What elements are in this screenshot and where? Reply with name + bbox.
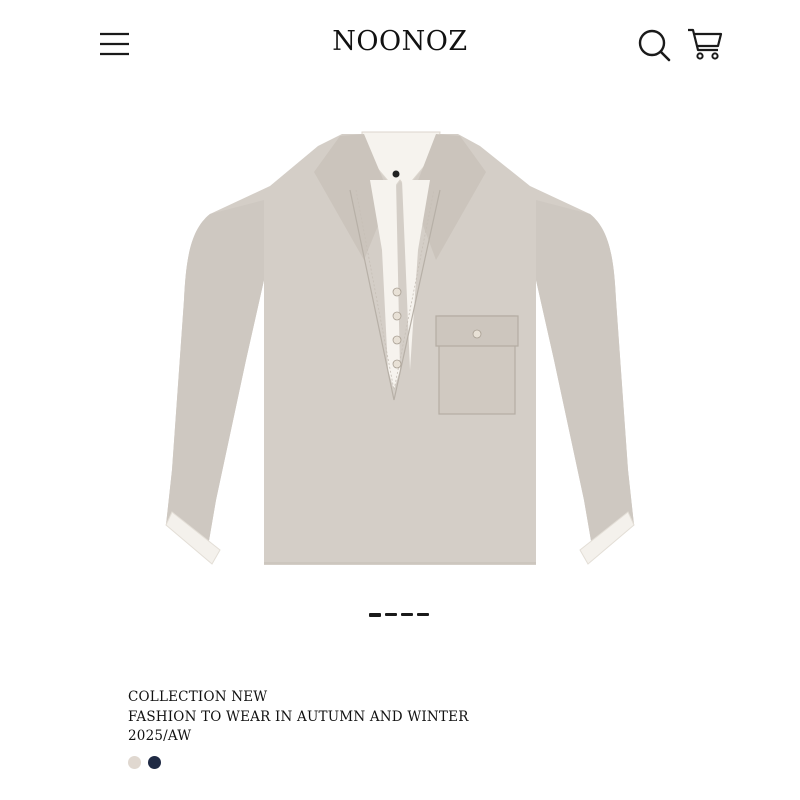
brand-logo[interactable]: NOONOZ — [300, 26, 500, 57]
swatch-beige[interactable] — [128, 756, 141, 769]
carousel-dot[interactable] — [401, 613, 413, 616]
cart-icon[interactable] — [686, 26, 724, 62]
carousel-dot[interactable] — [417, 613, 429, 616]
header: NOONOZ — [0, 0, 800, 90]
color-swatches — [128, 756, 161, 769]
search-icon[interactable] — [636, 27, 672, 63]
collection-label: COLLECTION NEW — [128, 689, 268, 705]
product-info: COLLECTION NEW FASHION TO WEAR IN AUTUMN… — [128, 688, 469, 747]
product-image[interactable] — [150, 120, 650, 580]
carousel-indicator — [369, 613, 429, 617]
carousel-dot[interactable] — [369, 613, 381, 617]
season-label: 2025/AW — [128, 728, 192, 744]
collection-description: FASHION TO WEAR IN AUTUMN AND WINTER — [128, 708, 469, 725]
carousel-dot[interactable] — [385, 613, 397, 616]
menu-icon[interactable] — [98, 30, 132, 58]
swatch-navy[interactable] — [148, 756, 161, 769]
